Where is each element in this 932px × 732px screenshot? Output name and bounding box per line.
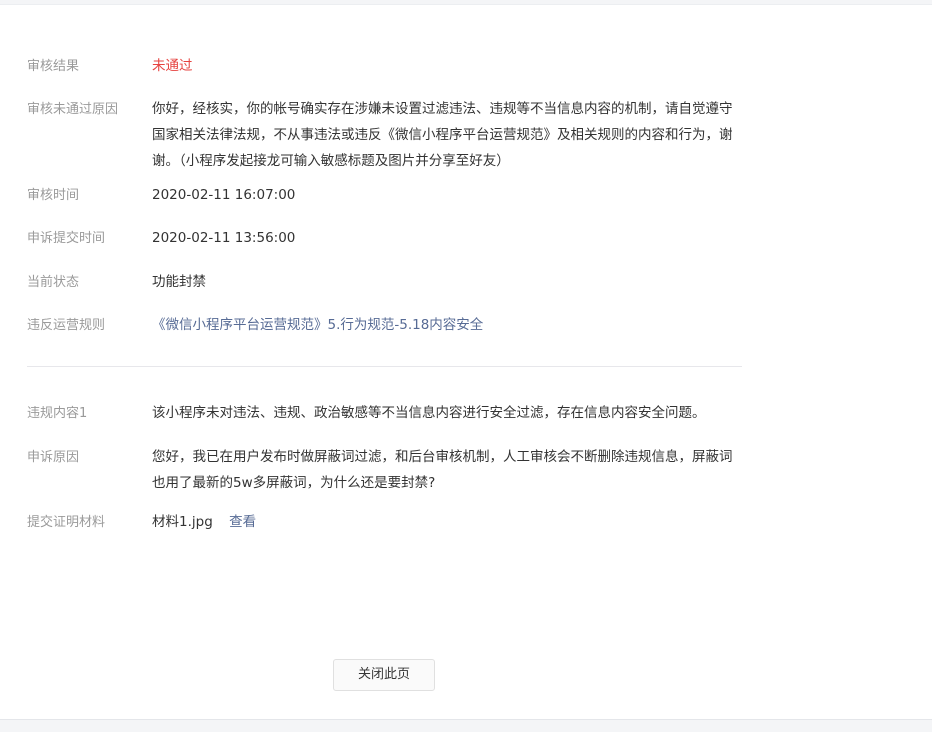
review-time-label: 审核时间 bbox=[27, 188, 80, 203]
appeal-reason-value: 您好，我已在用户发布时做屏蔽词过滤，和后台审核机制，人工审核会不断删除违规信息，… bbox=[152, 449, 733, 491]
current-status-value: 功能封禁 bbox=[152, 274, 206, 290]
evidence-label: 提交证明材料 bbox=[27, 515, 106, 530]
evidence-row: 材料1.jpg 查看 bbox=[152, 509, 744, 535]
violated-rule-row: 《微信小程序平台运营规范》5.行为规范-5.18内容安全 bbox=[152, 312, 744, 338]
violated-rule-label: 违反运营规则 bbox=[27, 318, 106, 333]
section-divider bbox=[27, 366, 742, 367]
current-status-label: 当前状态 bbox=[27, 275, 80, 290]
appeal-time-value: 2020-02-11 13:56:00 bbox=[152, 230, 296, 246]
evidence-file-name: 材料1.jpg bbox=[152, 514, 213, 530]
review-result-label: 审核结果 bbox=[27, 59, 80, 74]
fail-reason-label: 审核未通过原因 bbox=[27, 102, 119, 117]
fail-reason-value: 你好，经核实，你的帐号确实存在涉嫌未设置过滤违法、违规等不当信息内容的机制，请自… bbox=[152, 101, 733, 169]
evidence-view-link[interactable]: 查看 bbox=[229, 514, 256, 530]
review-detail-page: 审核结果 未通过 审核未通过原因 你好，经核实，你的帐号确实存在涉嫌未设置过滤违… bbox=[0, 0, 932, 732]
violation-content-label: 违规内容1 bbox=[27, 406, 88, 421]
violated-rule-link[interactable]: 《微信小程序平台运营规范》5.行为规范-5.18内容安全 bbox=[152, 317, 483, 333]
review-time-value: 2020-02-11 16:07:00 bbox=[152, 187, 296, 203]
appeal-reason-label: 申诉原因 bbox=[27, 450, 80, 465]
review-result-value: 未通过 bbox=[152, 58, 193, 74]
top-edge bbox=[0, 0, 932, 5]
violation-content-value: 该小程序未对违法、违规、政治敏感等不当信息内容进行安全过滤，存在信息内容安全问题… bbox=[152, 405, 706, 421]
appeal-time-label: 申诉提交时间 bbox=[27, 231, 106, 246]
close-page-button[interactable]: 关闭此页 bbox=[333, 659, 435, 691]
bottom-edge bbox=[0, 719, 932, 732]
